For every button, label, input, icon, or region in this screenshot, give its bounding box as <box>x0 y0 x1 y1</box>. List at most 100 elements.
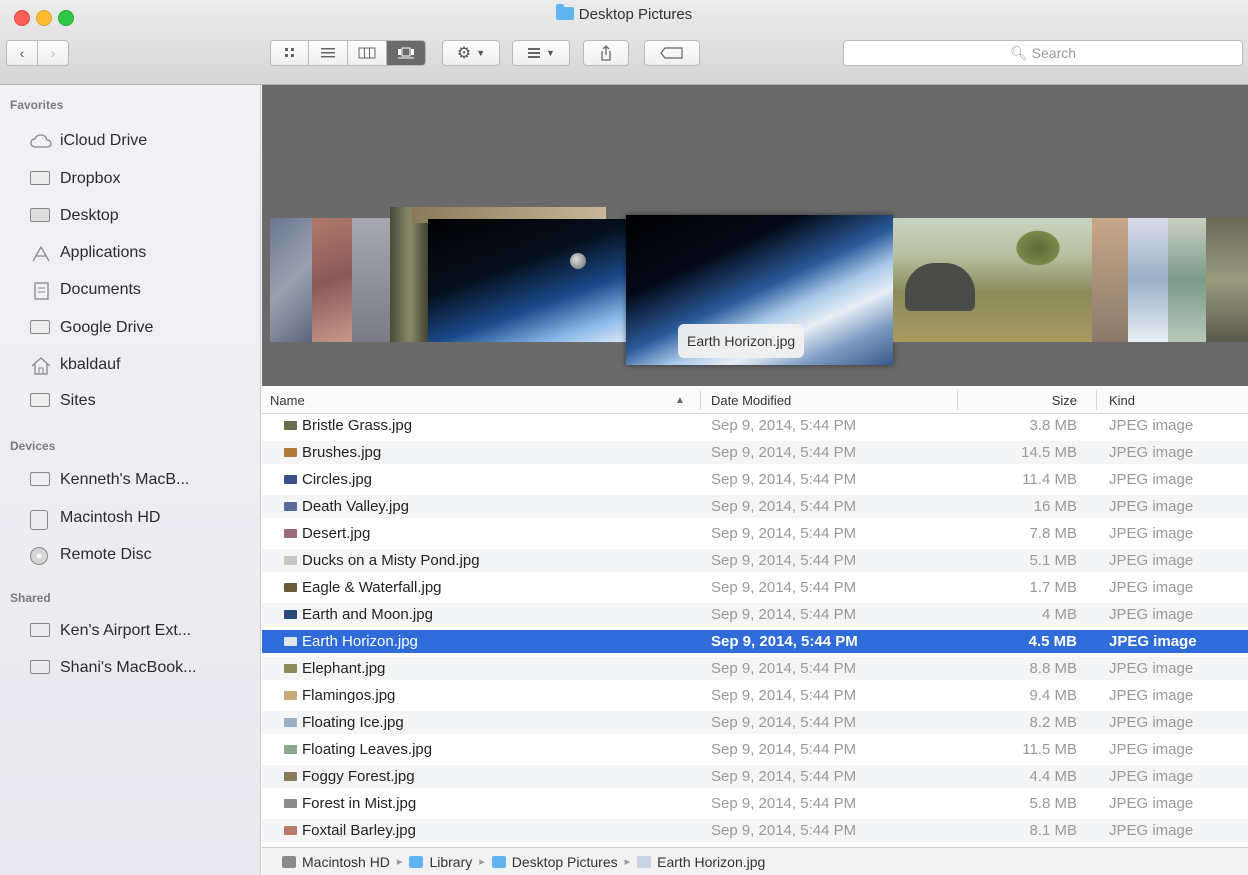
sidebar-item-icloud-drive[interactable]: iCloud Drive <box>30 127 147 155</box>
desktop-icon <box>30 208 52 224</box>
forward-button[interactable]: › <box>37 40 69 66</box>
path-segment[interactable]: Library <box>409 854 472 870</box>
sidebar-item-dropbox[interactable]: Dropbox <box>30 165 120 193</box>
table-row[interactable]: Earth and Moon.jpg Sep 9, 2014, 5:44 PM 4 … <box>262 603 1248 627</box>
back-button[interactable]: ‹ <box>6 40 38 66</box>
file-kind: JPEG image <box>1109 552 1194 569</box>
sidebar-item-sites[interactable]: Sites <box>30 387 96 415</box>
sidebar-item-kenneths-macbook[interactable]: Kenneth's MacB... <box>30 466 189 494</box>
coverflow-thumbnail-elephant[interactable] <box>893 218 1093 342</box>
list-view-button[interactable] <box>309 40 348 66</box>
sidebar-item-applications[interactable]: Applications <box>30 239 146 267</box>
applications-icon <box>30 245 52 262</box>
column-divider[interactable] <box>700 390 701 410</box>
image-file-icon <box>284 529 297 538</box>
file-name: Eagle & Waterfall.jpg <box>302 579 442 596</box>
column-view-button[interactable] <box>348 40 387 66</box>
file-name: Foxtail Barley.jpg <box>302 822 416 839</box>
table-row[interactable]: Forest in Mist.jpg Sep 9, 2014, 5:44 PM 5.… <box>262 792 1248 815</box>
file-size: 8.1 MB <box>1029 822 1077 839</box>
coverflow-view-button[interactable] <box>387 40 426 66</box>
path-item-icon <box>491 855 506 868</box>
folder-icon <box>30 171 52 187</box>
action-menu-button[interactable]: ⚙ ▼ <box>442 40 500 66</box>
sidebar-item-google-drive[interactable]: Google Drive <box>30 314 153 342</box>
table-row[interactable]: Foggy Forest.jpg Sep 9, 2014, 5:44 PM 4.4 … <box>262 765 1248 789</box>
file-date-modified: Sep 9, 2014, 5:44 PM <box>711 795 857 812</box>
file-date-modified: Sep 9, 2014, 5:44 PM <box>711 687 857 704</box>
table-row[interactable]: Ducks on a Misty Pond.jpg Sep 9, 2014, 5:… <box>262 549 1248 573</box>
hard-drive-icon <box>30 510 52 530</box>
folder-icon <box>30 393 52 409</box>
list-header: Name ▲ Date Modified Size Kind <box>262 387 1248 414</box>
column-divider[interactable] <box>1096 390 1097 410</box>
table-row[interactable]: Floating Leaves.jpg Sep 9, 2014, 5:44 PM 1… <box>262 738 1248 761</box>
sidebar-item-label: Shani's MacBook... <box>60 659 197 676</box>
share-button[interactable] <box>583 40 629 66</box>
table-row[interactable]: Death Valley.jpg Sep 9, 2014, 5:44 PM 16 M… <box>262 495 1248 519</box>
sidebar-item-documents[interactable]: Documents <box>30 276 141 304</box>
sidebar-section-shared: Shared <box>10 591 51 605</box>
sidebar-item-kens-airport[interactable]: Ken's Airport Ext... <box>30 617 191 645</box>
path-segment[interactable]: Desktop Pictures <box>491 854 618 870</box>
coverflow-thumbnail-earth-and-moon[interactable] <box>428 219 628 342</box>
image-file-icon <box>284 691 297 700</box>
column-header-size[interactable]: Size <box>1052 387 1077 413</box>
coverflow-thumbnail[interactable] <box>1128 218 1170 342</box>
file-size: 4 MB <box>1041 606 1077 623</box>
coverflow-thumbnail[interactable] <box>1092 218 1130 342</box>
path-segment[interactable]: Earth Horizon.jpg <box>637 854 765 870</box>
path-segment[interactable]: Macintosh HD <box>282 854 390 870</box>
tags-button[interactable] <box>644 40 700 66</box>
path-separator-icon: ▸ <box>479 856 485 868</box>
sidebar-item-remote-disc[interactable]: Remote Disc <box>30 541 152 569</box>
sidebar-item-kbaldauf[interactable]: kbaldauf <box>30 351 121 379</box>
arrange-menu-button[interactable]: ▼ <box>512 40 570 66</box>
file-name: Elephant.jpg <box>302 660 386 677</box>
columns-icon <box>358 47 376 59</box>
table-row[interactable]: Bristle Grass.jpg Sep 9, 2014, 5:44 PM 3.8… <box>262 414 1248 437</box>
coverflow-thumbnail[interactable] <box>312 218 354 342</box>
sidebar-item-desktop[interactable]: Desktop <box>30 202 119 230</box>
image-file-icon <box>284 664 297 673</box>
coverflow-thumbnail[interactable] <box>1168 218 1208 342</box>
gear-icon: ⚙ <box>456 45 472 62</box>
image-file-icon <box>284 772 297 781</box>
icon-view-button[interactable] <box>270 40 309 66</box>
file-kind: JPEG image <box>1109 795 1194 812</box>
coverflow-thumbnail[interactable] <box>390 207 430 342</box>
file-list[interactable]: Bristle Grass.jpg Sep 9, 2014, 5:44 PM 3.8… <box>262 414 1248 846</box>
coverflow-thumbnail[interactable] <box>1206 218 1248 342</box>
file-date-modified: Sep 9, 2014, 5:44 PM <box>711 525 857 542</box>
column-header-kind[interactable]: Kind <box>1109 387 1135 413</box>
file-kind: JPEG image <box>1109 525 1194 542</box>
table-row[interactable]: Brushes.jpg Sep 9, 2014, 5:44 PM 14.5 MB JP… <box>262 441 1248 465</box>
search-field[interactable]: 🔍︎ Search <box>843 40 1243 66</box>
file-kind: JPEG image <box>1109 741 1194 758</box>
table-row[interactable]: Foxtail Barley.jpg Sep 9, 2014, 5:44 PM 8.… <box>262 819 1248 843</box>
file-date-modified: Sep 9, 2014, 5:44 PM <box>711 768 857 785</box>
sidebar-item-shanis-macbook[interactable]: Shani's MacBook... <box>30 654 196 682</box>
table-row[interactable]: Floating Ice.jpg Sep 9, 2014, 5:44 PM 8.2 … <box>262 711 1248 735</box>
column-divider[interactable] <box>957 390 958 410</box>
image-file-icon <box>284 826 297 835</box>
table-row[interactable]: Eagle & Waterfall.jpg Sep 9, 2014, 5:44 P… <box>262 576 1248 599</box>
table-row[interactable]: Flamingos.jpg Sep 9, 2014, 5:44 PM 9.4 MB J… <box>262 684 1248 707</box>
table-row[interactable]: Desert.jpg Sep 9, 2014, 5:44 PM 7.8 MB JPEG… <box>262 522 1248 545</box>
file-size: 11.5 MB <box>1022 741 1077 758</box>
table-row[interactable]: Earth Horizon.jpg Sep 9, 2014, 5:44 PM 4.5… <box>262 630 1248 654</box>
coverflow-icon <box>398 47 414 59</box>
search-icon: 🔍︎ <box>1009 45 1028 61</box>
coverflow-thumbnail[interactable] <box>352 218 392 342</box>
column-header-date-modified[interactable]: Date Modified <box>711 387 791 413</box>
path-item-icon <box>282 855 296 868</box>
table-row[interactable]: Elephant.jpg Sep 9, 2014, 5:44 PM 8.8 MB JP… <box>262 657 1248 681</box>
sidebar-item-macintosh-hd[interactable]: Macintosh HD <box>30 504 160 532</box>
coverflow-thumbnail[interactable] <box>270 218 315 342</box>
file-name: Circles.jpg <box>302 471 373 488</box>
file-name: Death Valley.jpg <box>302 498 410 515</box>
table-row[interactable]: Circles.jpg Sep 9, 2014, 5:44 PM 11.4 MB JP… <box>262 468 1248 491</box>
sort-ascending-icon: ▲ <box>675 395 685 406</box>
file-date-modified: Sep 9, 2014, 5:44 PM <box>711 714 857 731</box>
column-header-name[interactable]: Name <box>270 387 305 413</box>
